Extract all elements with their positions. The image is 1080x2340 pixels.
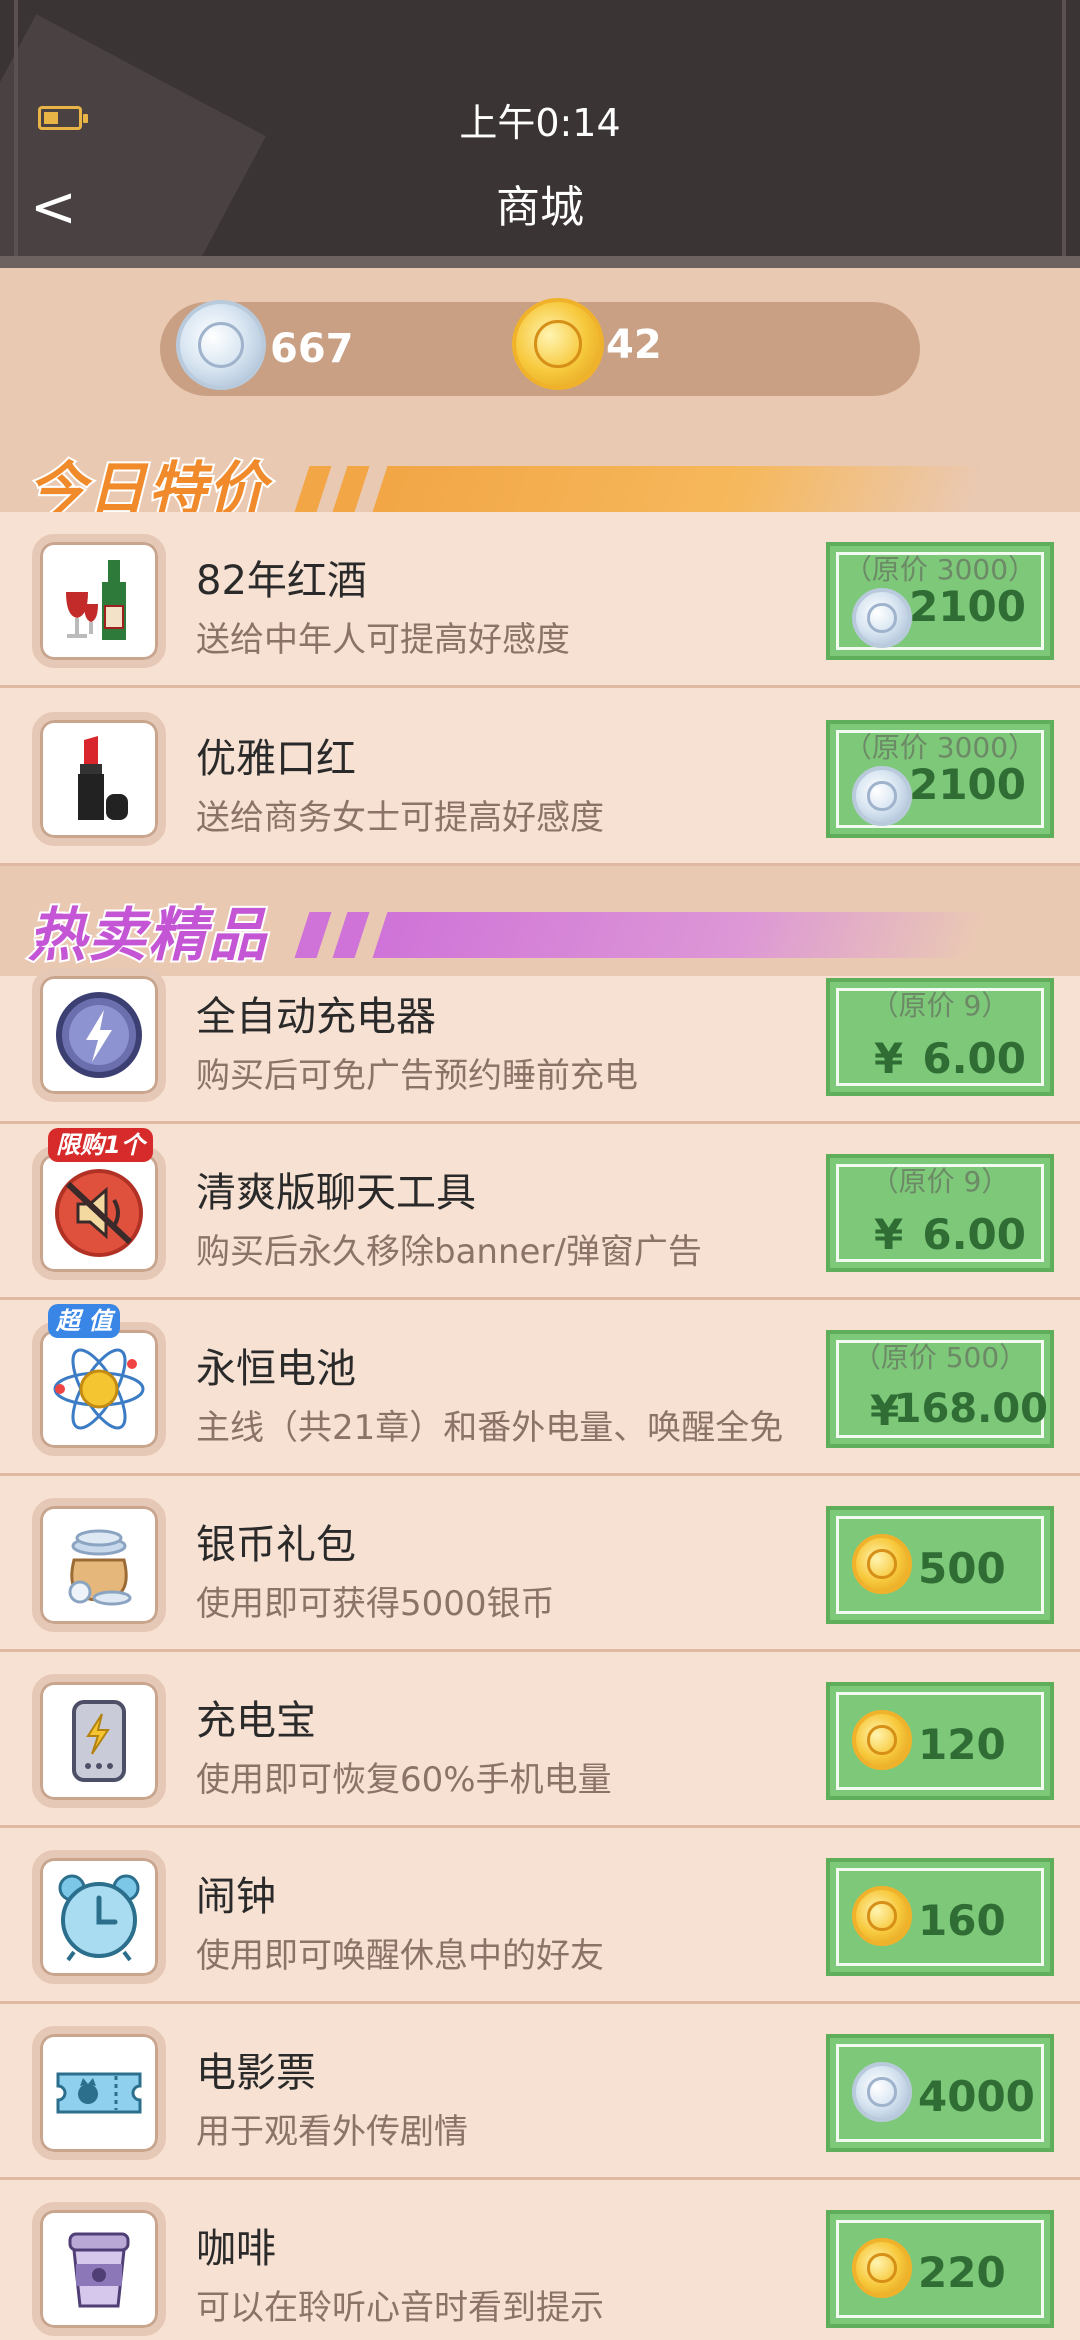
- silver-coin-icon: [852, 766, 912, 826]
- item-name: 清爽版聊天工具: [196, 1170, 476, 1216]
- price-value: 168.00: [893, 1386, 1048, 1432]
- gold-coin-icon: [852, 2238, 912, 2298]
- status-time: 上午0:14: [459, 101, 621, 145]
- price-value: 4000: [918, 2072, 1035, 2121]
- silver-coin-icon: [176, 300, 266, 390]
- list-item[interactable]: 限购1个 清爽版聊天工具 购买后永久移除banner/弹窗广告 （原价 9） ¥…: [0, 1124, 1080, 1300]
- list-item[interactable]: 全自动充电器 购买后可免广告预约睡前充电 （原价 9） ¥ 6.00: [0, 968, 1080, 1124]
- silver-coin-icon: [852, 588, 912, 648]
- item-description: 主线（共21章）和番外电量、唤醒全免: [196, 1408, 784, 1448]
- list-item[interactable]: 充电宝 使用即可恢复60%手机电量 120: [0, 1652, 1080, 1828]
- buy-button[interactable]: 220: [826, 2210, 1054, 2328]
- list-item[interactable]: 闹钟 使用即可唤醒休息中的好友 160: [0, 1828, 1080, 2004]
- item-name: 全自动充电器: [196, 994, 436, 1040]
- item-description: 使用即可获得5000银币: [196, 1584, 555, 1624]
- value-badge: 超 值: [48, 1304, 121, 1338]
- buy-button[interactable]: 500: [826, 1506, 1054, 1624]
- original-price: （原价 500）: [852, 1341, 1028, 1374]
- buy-button[interactable]: （原价 9） ¥ 6.00: [826, 1154, 1054, 1272]
- item-description: 可以在聆听心音时看到提示: [196, 2288, 604, 2328]
- atom-battery-icon: [53, 1348, 145, 1430]
- lipstick-icon: [78, 736, 128, 820]
- section-hot-sellers: 热卖精品: [0, 866, 1080, 976]
- item-name: 充电宝: [196, 1698, 316, 1744]
- price-value: 6.00: [922, 1210, 1026, 1259]
- item-description: 送给中年人可提高好感度: [196, 620, 570, 660]
- list-item[interactable]: 超 值 永恒电池 主线（共21章）和番外电量、唤醒全免 （原价 500） ¥ 1…: [0, 1300, 1080, 1476]
- buy-button[interactable]: 160: [826, 1858, 1054, 1976]
- gold-coin-icon: [852, 1710, 912, 1770]
- buy-button[interactable]: （原价 9） ¥ 6.00: [826, 978, 1054, 1096]
- power-bank-icon: [72, 1700, 126, 1782]
- list-item[interactable]: 银币礼包 使用即可获得5000银币 500: [0, 1476, 1080, 1652]
- item-name: 优雅口红: [196, 736, 356, 782]
- price-value: 220: [918, 2248, 1006, 2297]
- ticket-icon: [56, 2072, 142, 2114]
- currency-symbol: ¥: [874, 1210, 904, 1259]
- item-description: 送给商务女士可提高好感度: [196, 798, 604, 838]
- gold-coin-icon: [852, 1534, 912, 1594]
- buy-button[interactable]: （原价 3000） 2100: [826, 542, 1054, 660]
- item-name: 永恒电池: [196, 1346, 356, 1392]
- alarm-clock-icon: [58, 1874, 140, 1962]
- item-name: 电影票: [196, 2050, 316, 2096]
- price-value: 120: [918, 1720, 1006, 1769]
- gold-coin-icon: [852, 1886, 912, 1946]
- page-title: 商城: [496, 182, 584, 233]
- buy-button[interactable]: 4000: [826, 2034, 1054, 2152]
- original-price: （原价 9）: [870, 989, 1010, 1022]
- price-value: 6.00: [922, 1034, 1026, 1083]
- list-item[interactable]: 82年红酒 送给中年人可提高好感度 （原价 3000） 2100: [0, 512, 1080, 688]
- list-item[interactable]: 咖啡 可以在聆听心音时看到提示 220: [0, 2180, 1080, 2340]
- item-description: 使用即可恢复60%手机电量: [196, 1760, 612, 1800]
- gold-coin-icon: [512, 298, 604, 390]
- buy-button[interactable]: 120: [826, 1682, 1054, 1800]
- buy-button[interactable]: （原价 500） ¥ 168.00: [826, 1330, 1054, 1448]
- list-item[interactable]: 优雅口红 送给商务女士可提高好感度 （原价 3000） 2100: [0, 690, 1080, 866]
- price-value: 160: [918, 1896, 1006, 1945]
- item-name: 银币礼包: [196, 1522, 356, 1568]
- no-speaker-icon: [55, 1169, 143, 1257]
- top-header: 上午0:14 < 商城: [0, 0, 1080, 268]
- coin-bag-icon: [68, 1529, 132, 1606]
- original-price: （原价 9）: [870, 1165, 1010, 1198]
- item-description: 购买后可免广告预约睡前充电: [196, 1056, 638, 1096]
- gold-balance: 42: [606, 322, 662, 368]
- item-name: 闹钟: [196, 1874, 276, 1920]
- item-description: 用于观看外传剧情: [196, 2112, 468, 2152]
- item-name: 82年红酒: [196, 558, 367, 604]
- price-value: 500: [918, 1544, 1006, 1593]
- item-description: 使用即可唤醒休息中的好友: [196, 1936, 604, 1976]
- buy-button[interactable]: （原价 3000） 2100: [826, 720, 1054, 838]
- item-description: 购买后永久移除banner/弹窗广告: [196, 1232, 702, 1272]
- price-value: 2100: [909, 582, 1026, 631]
- section-title: 热卖精品: [26, 899, 269, 971]
- lightning-charger-icon: [56, 992, 142, 1078]
- coffee-cup-icon: [68, 2232, 130, 2308]
- wine-bottle-icon: [66, 560, 126, 640]
- silver-coin-icon: [852, 2062, 912, 2122]
- silver-balance: 667: [270, 326, 354, 372]
- price-value: 2100: [909, 760, 1026, 809]
- currency-symbol: ¥: [874, 1034, 904, 1083]
- list-item[interactable]: 电影票 用于观看外传剧情 4000: [0, 2004, 1080, 2180]
- item-name: 咖啡: [196, 2226, 276, 2272]
- limit-badge: 限购1个: [48, 1128, 153, 1162]
